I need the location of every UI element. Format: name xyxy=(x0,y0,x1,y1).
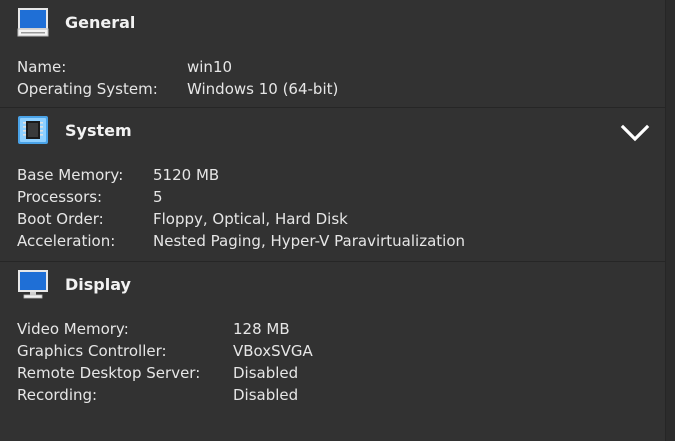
scrollbar[interactable] xyxy=(666,0,675,441)
detail-value: 5 xyxy=(153,188,163,206)
detail-value: Floppy, Optical, Hard Disk xyxy=(153,210,348,228)
detail-row: Acceleration: Nested Paging, Hyper-V Par… xyxy=(17,230,465,252)
detail-row: Base Memory: 5120 MB xyxy=(17,164,465,186)
display-section: Display Video Memory: 128 MB Graphics Co… xyxy=(0,262,665,441)
detail-value: Nested Paging, Hyper-V Paravirtualizatio… xyxy=(153,232,466,250)
detail-row: Operating System: Windows 10 (64-bit) xyxy=(17,78,338,100)
detail-value: win10 xyxy=(187,58,233,76)
general-section: General Name: win10 Operating System: Wi… xyxy=(0,0,665,108)
detail-label: Video Memory: xyxy=(17,320,129,338)
detail-value: 5120 MB xyxy=(153,166,220,184)
detail-label: Boot Order: xyxy=(17,210,104,228)
display-details: Video Memory: 128 MB Graphics Controller… xyxy=(17,318,313,406)
detail-label: Name: xyxy=(17,58,67,76)
system-details: Base Memory: 5120 MB Processors: 5 Boot … xyxy=(17,164,465,252)
system-title: System xyxy=(65,120,132,140)
detail-row: Video Memory: 128 MB xyxy=(17,318,313,340)
chip-icon xyxy=(17,115,49,145)
system-header[interactable]: System xyxy=(17,115,132,145)
detail-row: Remote Desktop Server: Disabled xyxy=(17,362,313,384)
chevron-down-icon[interactable] xyxy=(620,118,650,148)
display-header[interactable]: Display xyxy=(17,269,131,299)
detail-row: Name: win10 xyxy=(17,56,338,78)
system-section: System Base Memory: 5120 MB Processors: … xyxy=(0,108,665,262)
detail-value: Disabled xyxy=(233,386,299,404)
monitor-icon xyxy=(17,7,49,37)
detail-label: Processors: xyxy=(17,188,103,206)
detail-label: Recording: xyxy=(17,386,98,404)
detail-label: Acceleration: xyxy=(17,232,116,250)
details-panel: General Name: win10 Operating System: Wi… xyxy=(0,0,666,441)
detail-row: Processors: 5 xyxy=(17,186,465,208)
detail-label: Graphics Controller: xyxy=(17,342,167,360)
general-details: Name: win10 Operating System: Windows 10… xyxy=(17,56,338,100)
detail-value: Windows 10 (64-bit) xyxy=(187,80,339,98)
detail-label: Operating System: xyxy=(17,80,158,98)
detail-value: Disabled xyxy=(233,364,299,382)
detail-row: Boot Order: Floppy, Optical, Hard Disk xyxy=(17,208,465,230)
detail-row: Recording: Disabled xyxy=(17,384,313,406)
display-title: Display xyxy=(65,274,131,294)
detail-label: Base Memory: xyxy=(17,166,124,184)
general-header[interactable]: General xyxy=(17,7,135,37)
detail-row: Graphics Controller: VBoxSVGA xyxy=(17,340,313,362)
general-title: General xyxy=(65,12,136,32)
detail-value: VBoxSVGA xyxy=(233,342,313,360)
detail-value: 128 MB xyxy=(233,320,290,338)
display-icon xyxy=(17,269,49,299)
detail-label: Remote Desktop Server: xyxy=(17,364,201,382)
